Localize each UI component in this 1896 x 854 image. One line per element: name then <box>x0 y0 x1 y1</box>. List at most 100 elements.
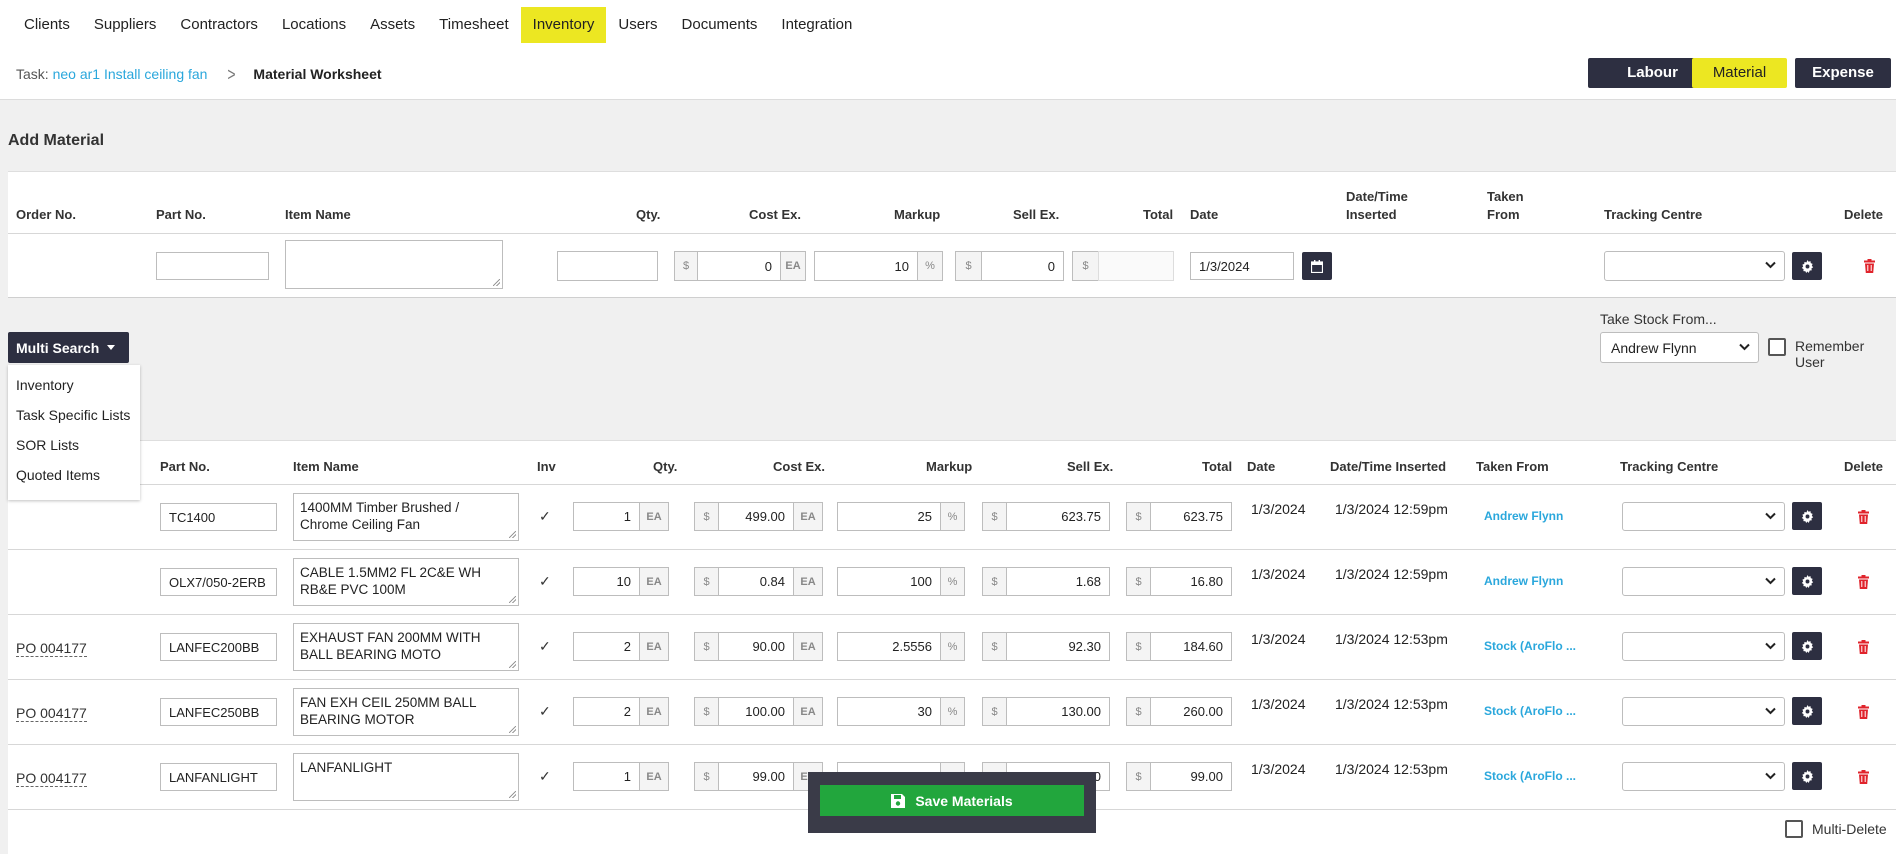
row-settings-button[interactable] <box>1792 567 1822 595</box>
cost-input[interactable]: 499.00 <box>718 502 794 531</box>
sell-input[interactable]: 92.30 <box>1006 632 1110 661</box>
qty-input[interactable]: 1 <box>573 502 640 531</box>
order-link[interactable]: PO 004177 <box>16 705 87 722</box>
chevron-down-icon <box>1765 642 1776 649</box>
nav-item-clients[interactable]: Clients <box>12 7 82 43</box>
nav-item-assets[interactable]: Assets <box>358 7 427 43</box>
row-delete-button[interactable] <box>1855 769 1871 785</box>
nav-item-integration[interactable]: Integration <box>769 7 864 43</box>
nav-item-suppliers[interactable]: Suppliers <box>82 7 169 43</box>
add-cost-input[interactable]: 0 <box>697 251 781 281</box>
multi-delete-checkbox[interactable] <box>1785 820 1803 838</box>
sell-input[interactable]: 623.75 <box>1006 502 1110 531</box>
row-settings-button[interactable] <box>1792 762 1822 790</box>
nav-item-documents[interactable]: Documents <box>670 7 770 43</box>
part-input[interactable]: LANFEC250BB <box>160 698 277 726</box>
calendar-button[interactable] <box>1302 252 1332 280</box>
taken-from-link[interactable]: Stock (AroFlo ... <box>1484 704 1576 718</box>
menu-item-inventory[interactable]: Inventory <box>16 377 74 393</box>
tracking-select[interactable] <box>1622 567 1785 596</box>
qty-input[interactable]: 10 <box>573 567 640 596</box>
total-input: 16.80 <box>1150 567 1232 596</box>
item-textarea[interactable]: EXHAUST FAN 200MM WITH BALL BEARING MOTO <box>293 623 519 671</box>
multi-search-label: Multi Search <box>16 339 100 356</box>
nav-item-contractors[interactable]: Contractors <box>168 7 270 43</box>
row-delete-button[interactable] <box>1855 639 1871 655</box>
hdr-dti-2: Inserted <box>1346 207 1397 222</box>
col-tracking: Tracking Centre <box>1620 459 1719 474</box>
add-delete-icon[interactable] <box>1861 258 1877 274</box>
add-part-input[interactable] <box>156 252 269 280</box>
col-cost: Cost Ex. <box>773 459 826 474</box>
menu-item-sor-lists[interactable]: SOR Lists <box>16 437 79 453</box>
row-delete-button[interactable] <box>1855 574 1871 590</box>
part-input[interactable]: TC1400 <box>160 503 277 531</box>
sell-input[interactable]: 130.00 <box>1006 697 1110 726</box>
multi-search-button[interactable]: Multi Search <box>8 332 129 363</box>
markup-input[interactable]: 25 <box>837 502 941 531</box>
markup-input[interactable]: 2.5556 <box>837 632 941 661</box>
cost-input[interactable]: 0.84 <box>718 567 794 596</box>
taken-from-link[interactable]: Stock (AroFlo ... <box>1484 769 1576 783</box>
top-nav: Clients Suppliers Contractors Locations Asse… <box>0 0 1896 50</box>
row-delete-button[interactable] <box>1855 509 1871 525</box>
markup-input[interactable]: 100 <box>837 567 941 596</box>
row-settings-button[interactable] <box>1792 502 1822 530</box>
sell-input[interactable]: 1.68 <box>1006 567 1110 596</box>
add-qty-input[interactable] <box>557 251 658 281</box>
total-input: 623.75 <box>1150 502 1232 531</box>
nav-item-inventory[interactable]: Inventory <box>520 7 607 43</box>
menu-item-task-lists[interactable]: Task Specific Lists <box>16 407 130 423</box>
part-input[interactable]: LANFEC200BB <box>160 633 277 661</box>
order-link[interactable]: PO 004177 <box>16 770 87 787</box>
tracking-select[interactable] <box>1622 502 1785 531</box>
add-date-input[interactable]: 1/3/2024 <box>1190 252 1294 280</box>
add-total-input <box>1098 251 1174 281</box>
table-row: PO 004177 LANFEC200BB EXHAUST FAN 200MM WI… <box>8 615 1896 680</box>
qty-input[interactable]: 1 <box>573 762 640 791</box>
add-tracking-select[interactable] <box>1604 251 1785 281</box>
material-button[interactable]: Material <box>1692 58 1787 88</box>
tracking-select[interactable] <box>1622 762 1785 791</box>
save-materials-button[interactable]: Save Materials <box>820 785 1084 816</box>
taken-from-link[interactable]: Andrew Flynn <box>1484 574 1563 588</box>
taken-from-link[interactable]: Stock (AroFlo ... <box>1484 639 1576 653</box>
nav-item-locations[interactable]: Locations <box>270 7 358 43</box>
order-link[interactable]: PO 004177 <box>16 640 87 657</box>
cost-input[interactable]: 100.00 <box>718 697 794 726</box>
cost-input[interactable]: 99.00 <box>718 762 794 791</box>
item-textarea[interactable]: 1400MM Timber Brushed / Chrome Ceiling Fa… <box>293 493 519 541</box>
menu-item-quoted-items[interactable]: Quoted Items <box>16 467 100 483</box>
chevron-down-icon <box>1765 707 1776 714</box>
markup-input[interactable]: 30 <box>837 697 941 726</box>
expense-button[interactable]: Expense <box>1795 58 1891 88</box>
cost-dollar: $ <box>694 697 719 726</box>
add-sell-input[interactable]: 0 <box>981 251 1064 281</box>
tracking-select[interactable] <box>1622 697 1785 726</box>
add-settings-button[interactable] <box>1792 252 1822 280</box>
nav-item-timesheet[interactable]: Timesheet <box>427 7 520 43</box>
row-settings-button[interactable] <box>1792 697 1822 725</box>
part-input[interactable]: OLX7/050-2ERB <box>160 568 277 596</box>
row-delete-button[interactable] <box>1855 704 1871 720</box>
item-textarea[interactable]: FAN EXH CEIL 250MM BALL BEARING MOTOR <box>293 688 519 736</box>
remember-user-checkbox[interactable] <box>1768 338 1786 356</box>
date-text: 1/3/2024 <box>1251 501 1306 517</box>
qty-input[interactable]: 2 <box>573 697 640 726</box>
nav-item-users[interactable]: Users <box>606 7 669 43</box>
cost-input[interactable]: 90.00 <box>718 632 794 661</box>
tracking-select[interactable] <box>1622 632 1785 661</box>
add-item-textarea[interactable] <box>285 240 503 289</box>
cost-dollar: $ <box>694 632 719 661</box>
take-stock-select[interactable]: Andrew Flynn <box>1600 332 1759 363</box>
item-textarea[interactable]: LANFANLIGHT <box>293 753 519 801</box>
task-link[interactable]: neo ar1 Install ceiling fan <box>53 66 208 82</box>
row-settings-button[interactable] <box>1792 632 1822 660</box>
part-input[interactable]: LANFANLIGHT <box>160 763 277 791</box>
hdr-taken-1: Taken <box>1487 189 1524 204</box>
taken-from-link[interactable]: Andrew Flynn <box>1484 509 1563 523</box>
add-markup-input[interactable]: 10 <box>814 251 918 281</box>
table-row: PO 004177 LANFEC250BB FAN EXH CEIL 250MM B… <box>8 680 1896 745</box>
item-textarea[interactable]: CABLE 1.5MM2 FL 2C&E WH RB&E PVC 100M <box>293 558 519 606</box>
qty-input[interactable]: 2 <box>573 632 640 661</box>
